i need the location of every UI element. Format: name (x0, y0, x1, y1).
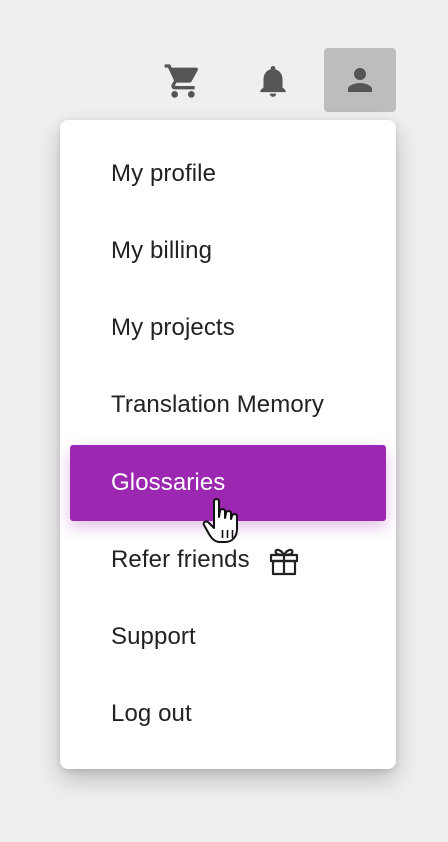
bell-icon (260, 65, 286, 97)
menu-item-my-billing[interactable]: My billing (70, 213, 386, 289)
menu-item-support[interactable]: Support (70, 599, 386, 675)
menu-item-log-out[interactable]: Log out (70, 676, 386, 752)
menu-item-translation-memory[interactable]: Translation Memory (70, 367, 386, 443)
menu-item-label: Support (111, 623, 196, 650)
gift-icon (268, 546, 300, 576)
menu-item-label: My billing (111, 237, 213, 264)
menu-item-label: My projects (111, 314, 235, 341)
notifications-button[interactable] (250, 58, 296, 104)
account-dropdown-menu: My profile My billing My projects Transl… (60, 120, 396, 769)
account-button[interactable] (324, 48, 396, 112)
menu-item-label: Refer friends (111, 546, 250, 573)
menu-item-refer-friends[interactable]: Refer friends (70, 522, 386, 598)
menu-item-label: Glossaries (111, 469, 226, 496)
menu-item-my-profile[interactable]: My profile (70, 136, 386, 212)
menu-item-my-projects[interactable]: My projects (70, 290, 386, 366)
cart-button[interactable] (160, 58, 206, 104)
menu-item-label: Log out (111, 700, 192, 727)
menu-item-glossaries[interactable]: Glossaries (70, 445, 386, 521)
account-icon (348, 68, 372, 92)
menu-item-label: My profile (111, 160, 217, 187)
cart-icon (164, 64, 199, 98)
menu-item-label: Translation Memory (111, 391, 324, 418)
